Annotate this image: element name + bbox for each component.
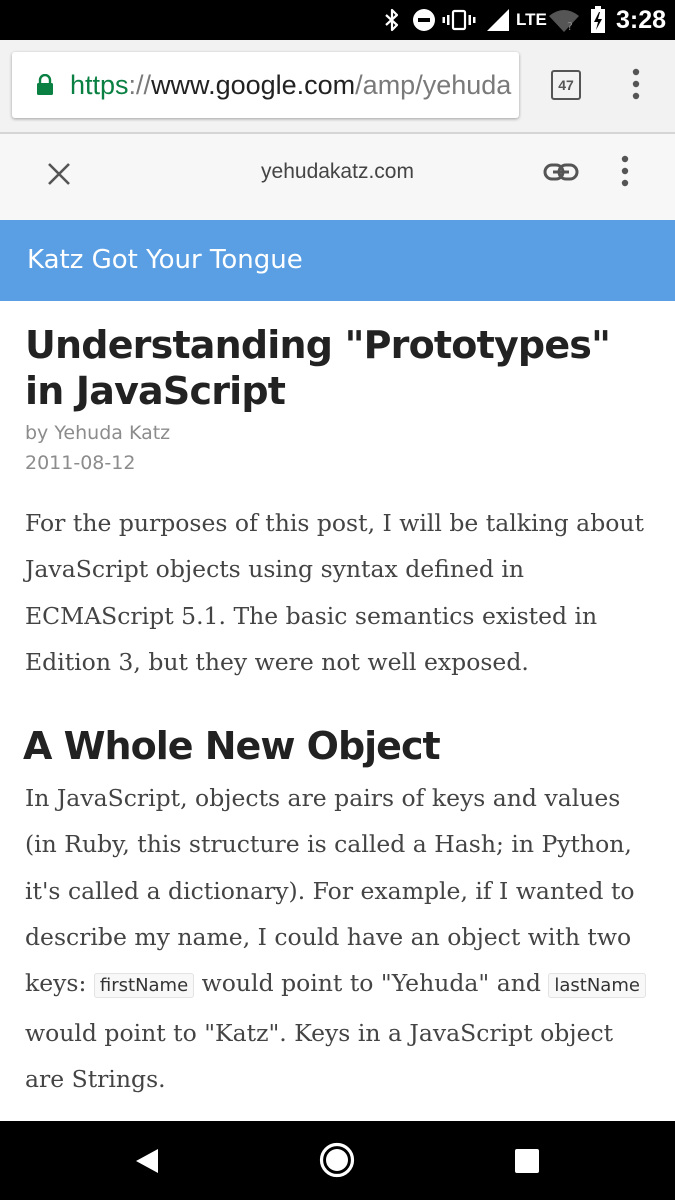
section-text-2: would point to "Yehuda" and	[201, 969, 541, 998]
status-bar: LTE ? 3:28	[0, 0, 675, 40]
section-text-3: would point to "Katz". Keys in a JavaScr…	[25, 1018, 614, 1093]
site-title[interactable]: Katz Got Your Tongue	[27, 220, 303, 301]
url-bar[interactable]: https://www.google.com/amp/yehuda	[12, 52, 519, 118]
url-text[interactable]: https://www.google.com/amp/yehuda	[70, 52, 511, 118]
overflow-menu-icon[interactable]	[617, 155, 633, 194]
article-intro: For the purposes of this post, I will be…	[25, 509, 644, 676]
article-title: Understanding "Prototypes" in JavaScript	[25, 323, 611, 413]
battery-charging-icon	[590, 0, 606, 40]
lock-icon	[36, 73, 54, 101]
article-date: 2011-08-12	[25, 452, 136, 474]
svg-text:?: ?	[567, 20, 573, 33]
back-icon[interactable]	[134, 1147, 160, 1180]
code-firstname: firstName	[93, 973, 195, 999]
url-path: /amp/yehuda	[355, 70, 512, 100]
do-not-disturb-icon	[412, 0, 436, 40]
bluetooth-icon	[384, 0, 400, 40]
code-lastname: lastName	[548, 973, 646, 999]
section-paragraph: In JavaScript, objects are pairs of keys…	[25, 775, 650, 1102]
section-text-1: In JavaScript, objects are pairs of keys…	[25, 784, 635, 998]
navigation-bar	[0, 1121, 675, 1200]
signal-icon	[485, 0, 511, 40]
network-type: LTE	[516, 10, 547, 29]
tab-switcher-button[interactable]: 47	[551, 70, 581, 100]
article-author: by Yehuda Katz	[25, 422, 171, 444]
wifi-icon: ?	[548, 0, 580, 40]
vibrate-icon	[442, 0, 476, 40]
url-separator: ://	[128, 70, 152, 100]
article: Understanding "Prototypes" in JavaScript…	[23, 322, 650, 1102]
clock: 3:28	[616, 5, 667, 34]
section-heading: A Whole New Object	[23, 724, 441, 769]
overflow-menu-icon[interactable]	[628, 68, 644, 107]
home-icon[interactable]	[319, 1142, 355, 1183]
recents-icon[interactable]	[515, 1149, 539, 1178]
link-icon[interactable]	[543, 162, 579, 187]
url-host: www.google.com	[151, 70, 356, 100]
site-banner: Katz Got Your Tongue	[0, 220, 675, 301]
browser-toolbar: https://www.google.com/amp/yehuda 47	[0, 40, 675, 134]
url-scheme: https	[70, 70, 129, 100]
custom-tab-header: yehudakatz.com	[0, 134, 675, 220]
